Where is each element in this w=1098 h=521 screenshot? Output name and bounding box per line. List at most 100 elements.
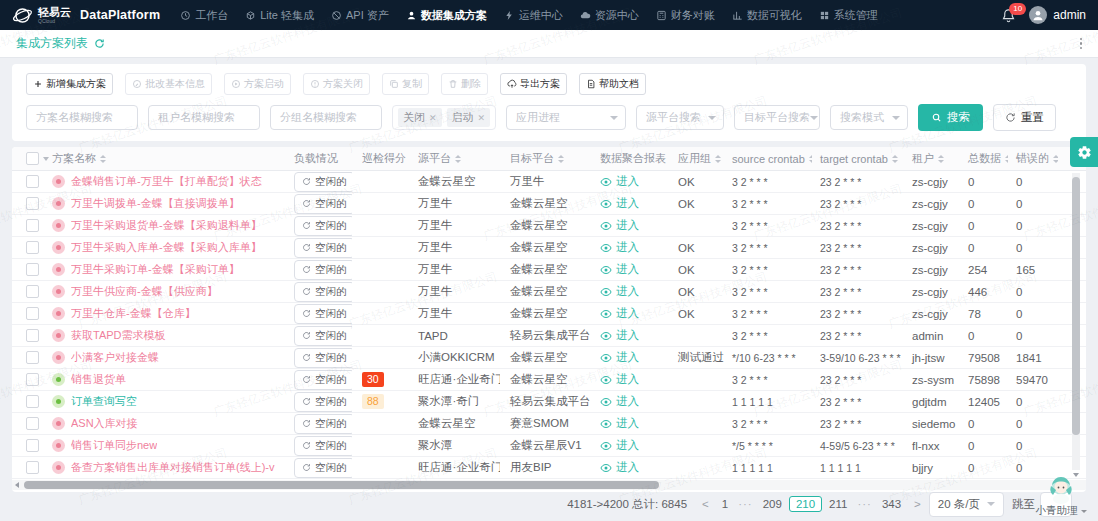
- load-status-button[interactable]: 空闲的: [294, 414, 352, 434]
- search-button[interactable]: 搜索: [918, 104, 983, 131]
- load-status-button[interactable]: 空闲的: [294, 458, 352, 478]
- user-menu[interactable]: admin: [1029, 6, 1086, 24]
- scheme-name-link[interactable]: 销售退货单: [71, 372, 126, 387]
- sort-icon[interactable]: [1053, 155, 1058, 163]
- nav-item-4[interactable]: 数据集成方案: [406, 8, 487, 23]
- remove-tag-icon[interactable]: ✕: [429, 113, 437, 123]
- load-status-button[interactable]: 空闲的: [294, 260, 352, 280]
- toolbar-button-1[interactable]: 新增集成方案: [26, 73, 113, 95]
- toolbar-button-2[interactable]: 批改基本信息: [125, 73, 212, 95]
- reset-button[interactable]: 重置: [993, 104, 1056, 131]
- scheme-name-link[interactable]: 备查方案销售出库单对接销售订单(线上)-v: [71, 460, 275, 475]
- status-tag[interactable]: 启动✕: [447, 108, 491, 127]
- filter-input-2[interactable]: 租户名模糊搜索: [148, 105, 260, 130]
- vertical-scrollbar[interactable]: [1072, 173, 1080, 470]
- nav-item-7[interactable]: 财务对账: [656, 8, 715, 23]
- report-enter-link[interactable]: 进入: [600, 328, 639, 343]
- report-enter-link[interactable]: 进入: [600, 350, 639, 365]
- page-size-select[interactable]: 20 条/页: [929, 492, 1004, 517]
- sort-icon[interactable]: [715, 155, 721, 163]
- column-header[interactable]: target crontab: [812, 153, 904, 165]
- column-header[interactable]: 租户: [904, 151, 960, 166]
- page-number[interactable]: 209: [758, 496, 787, 512]
- load-status-button[interactable]: 空闲的: [294, 436, 352, 456]
- row-checkbox[interactable]: [12, 175, 50, 188]
- scheme-name-link[interactable]: 小满客户对接金蝶: [71, 350, 159, 365]
- nav-item-2[interactable]: Lite 轻集成: [245, 8, 314, 23]
- report-enter-link[interactable]: 进入: [600, 438, 639, 453]
- scheme-name-link[interactable]: 金蝶销售订单-万里牛【打单配货】状态: [71, 174, 262, 189]
- column-header[interactable]: 应用组: [668, 151, 724, 166]
- row-checkbox[interactable]: [12, 373, 50, 386]
- scheme-name-link[interactable]: 获取TAPD需求模板: [71, 328, 166, 343]
- row-checkbox[interactable]: [12, 329, 50, 342]
- toolbar-button-6[interactable]: 删除: [441, 73, 488, 95]
- filter-select-3[interactable]: 目标平台搜索: [734, 105, 820, 130]
- page-ellipsis[interactable]: ···: [852, 496, 877, 512]
- remove-tag-icon[interactable]: ✕: [478, 113, 486, 123]
- page-number[interactable]: 211: [824, 496, 852, 512]
- filter-select-1[interactable]: 应用进程: [506, 105, 626, 130]
- report-enter-link[interactable]: 进入: [600, 460, 639, 475]
- tab-integration-list[interactable]: 集成方案列表: [16, 35, 105, 52]
- sort-icon[interactable]: [100, 155, 106, 163]
- toolbar-button-4[interactable]: 方案关闭: [303, 73, 370, 95]
- notification-bell[interactable]: 10: [1001, 8, 1016, 23]
- toolbar-button-8[interactable]: 帮助文档: [579, 73, 646, 95]
- load-status-button[interactable]: 空闲的: [294, 172, 352, 192]
- nav-item-3[interactable]: API 资产: [331, 8, 389, 23]
- row-checkbox[interactable]: [12, 439, 50, 452]
- report-enter-link[interactable]: 进入: [600, 240, 639, 255]
- scheme-name-link[interactable]: ASN入库对接: [71, 416, 138, 431]
- load-status-button[interactable]: 空闲的: [294, 304, 352, 324]
- report-enter-link[interactable]: 进入: [600, 262, 639, 277]
- filter-input-3[interactable]: 分组名模糊搜索: [270, 105, 382, 130]
- sort-icon[interactable]: [558, 155, 564, 163]
- row-checkbox[interactable]: [12, 285, 50, 298]
- toolbar-button-3[interactable]: 方案启动: [224, 73, 291, 95]
- column-header[interactable]: 错误的: [1008, 151, 1058, 166]
- filter-input-1[interactable]: 方案名模糊搜索: [26, 105, 138, 130]
- current-page[interactable]: 210: [789, 496, 822, 512]
- table-settings-button[interactable]: [1070, 137, 1098, 167]
- row-checkbox[interactable]: [12, 197, 50, 210]
- scheme-name-link[interactable]: 万里牛采购订单-金蝶【采购订单】: [71, 262, 240, 277]
- report-enter-link[interactable]: 进入: [600, 306, 639, 321]
- column-header[interactable]: 目标平台: [500, 151, 590, 166]
- toolbar-button-7[interactable]: 导出方案: [500, 73, 567, 95]
- scheme-name-link[interactable]: 万里牛采购退货单-金蝶【采购退料单】: [71, 218, 262, 233]
- sort-icon[interactable]: [938, 155, 944, 163]
- load-status-button[interactable]: 空闲的: [294, 370, 352, 390]
- column-header[interactable]: source crontab: [724, 153, 812, 165]
- filter-select-4[interactable]: 搜索模式: [830, 105, 908, 130]
- scheme-name-link[interactable]: 销售订单同步new: [71, 438, 157, 453]
- scheme-name-link[interactable]: 万里牛采购入库单-金蝶【采购入库单】: [71, 240, 262, 255]
- status-tags-select[interactable]: 关闭✕ 启动✕: [392, 105, 496, 130]
- row-checkbox[interactable]: [12, 417, 50, 430]
- refresh-icon[interactable]: [94, 38, 105, 49]
- load-status-button[interactable]: 空闲的: [294, 194, 352, 214]
- report-enter-link[interactable]: 进入: [600, 372, 639, 387]
- load-status-button[interactable]: 空闲的: [294, 282, 352, 302]
- column-header[interactable]: 方案名称: [50, 151, 290, 166]
- scheme-name-link[interactable]: 万里牛仓库-金蝶【仓库】: [71, 306, 196, 321]
- chevron-down-icon[interactable]: [43, 157, 49, 161]
- nav-item-6[interactable]: 资源中心: [580, 8, 639, 23]
- tab-more-menu[interactable]: [1080, 38, 1083, 50]
- sort-icon[interactable]: [892, 155, 898, 163]
- row-checkbox[interactable]: [12, 241, 50, 254]
- report-enter-link[interactable]: 进入: [600, 196, 639, 211]
- toolbar-button-5[interactable]: 复制: [382, 73, 429, 95]
- report-enter-link[interactable]: 进入: [600, 394, 639, 409]
- column-header[interactable]: 源平台: [408, 151, 500, 166]
- filter-select-2[interactable]: 源平台搜索: [636, 105, 724, 130]
- row-checkbox[interactable]: [12, 461, 50, 474]
- column-header[interactable]: 巡检得分: [352, 151, 408, 166]
- status-tag[interactable]: 关闭✕: [398, 108, 442, 127]
- page-number[interactable]: 1: [717, 496, 733, 512]
- report-enter-link[interactable]: 进入: [600, 416, 639, 431]
- vscroll-thumb[interactable]: [1072, 177, 1080, 435]
- row-checkbox[interactable]: [12, 263, 50, 276]
- scheme-name-link[interactable]: 万里牛供应商-金蝶【供应商】: [71, 284, 218, 299]
- nav-item-8[interactable]: 数据可视化: [732, 8, 802, 23]
